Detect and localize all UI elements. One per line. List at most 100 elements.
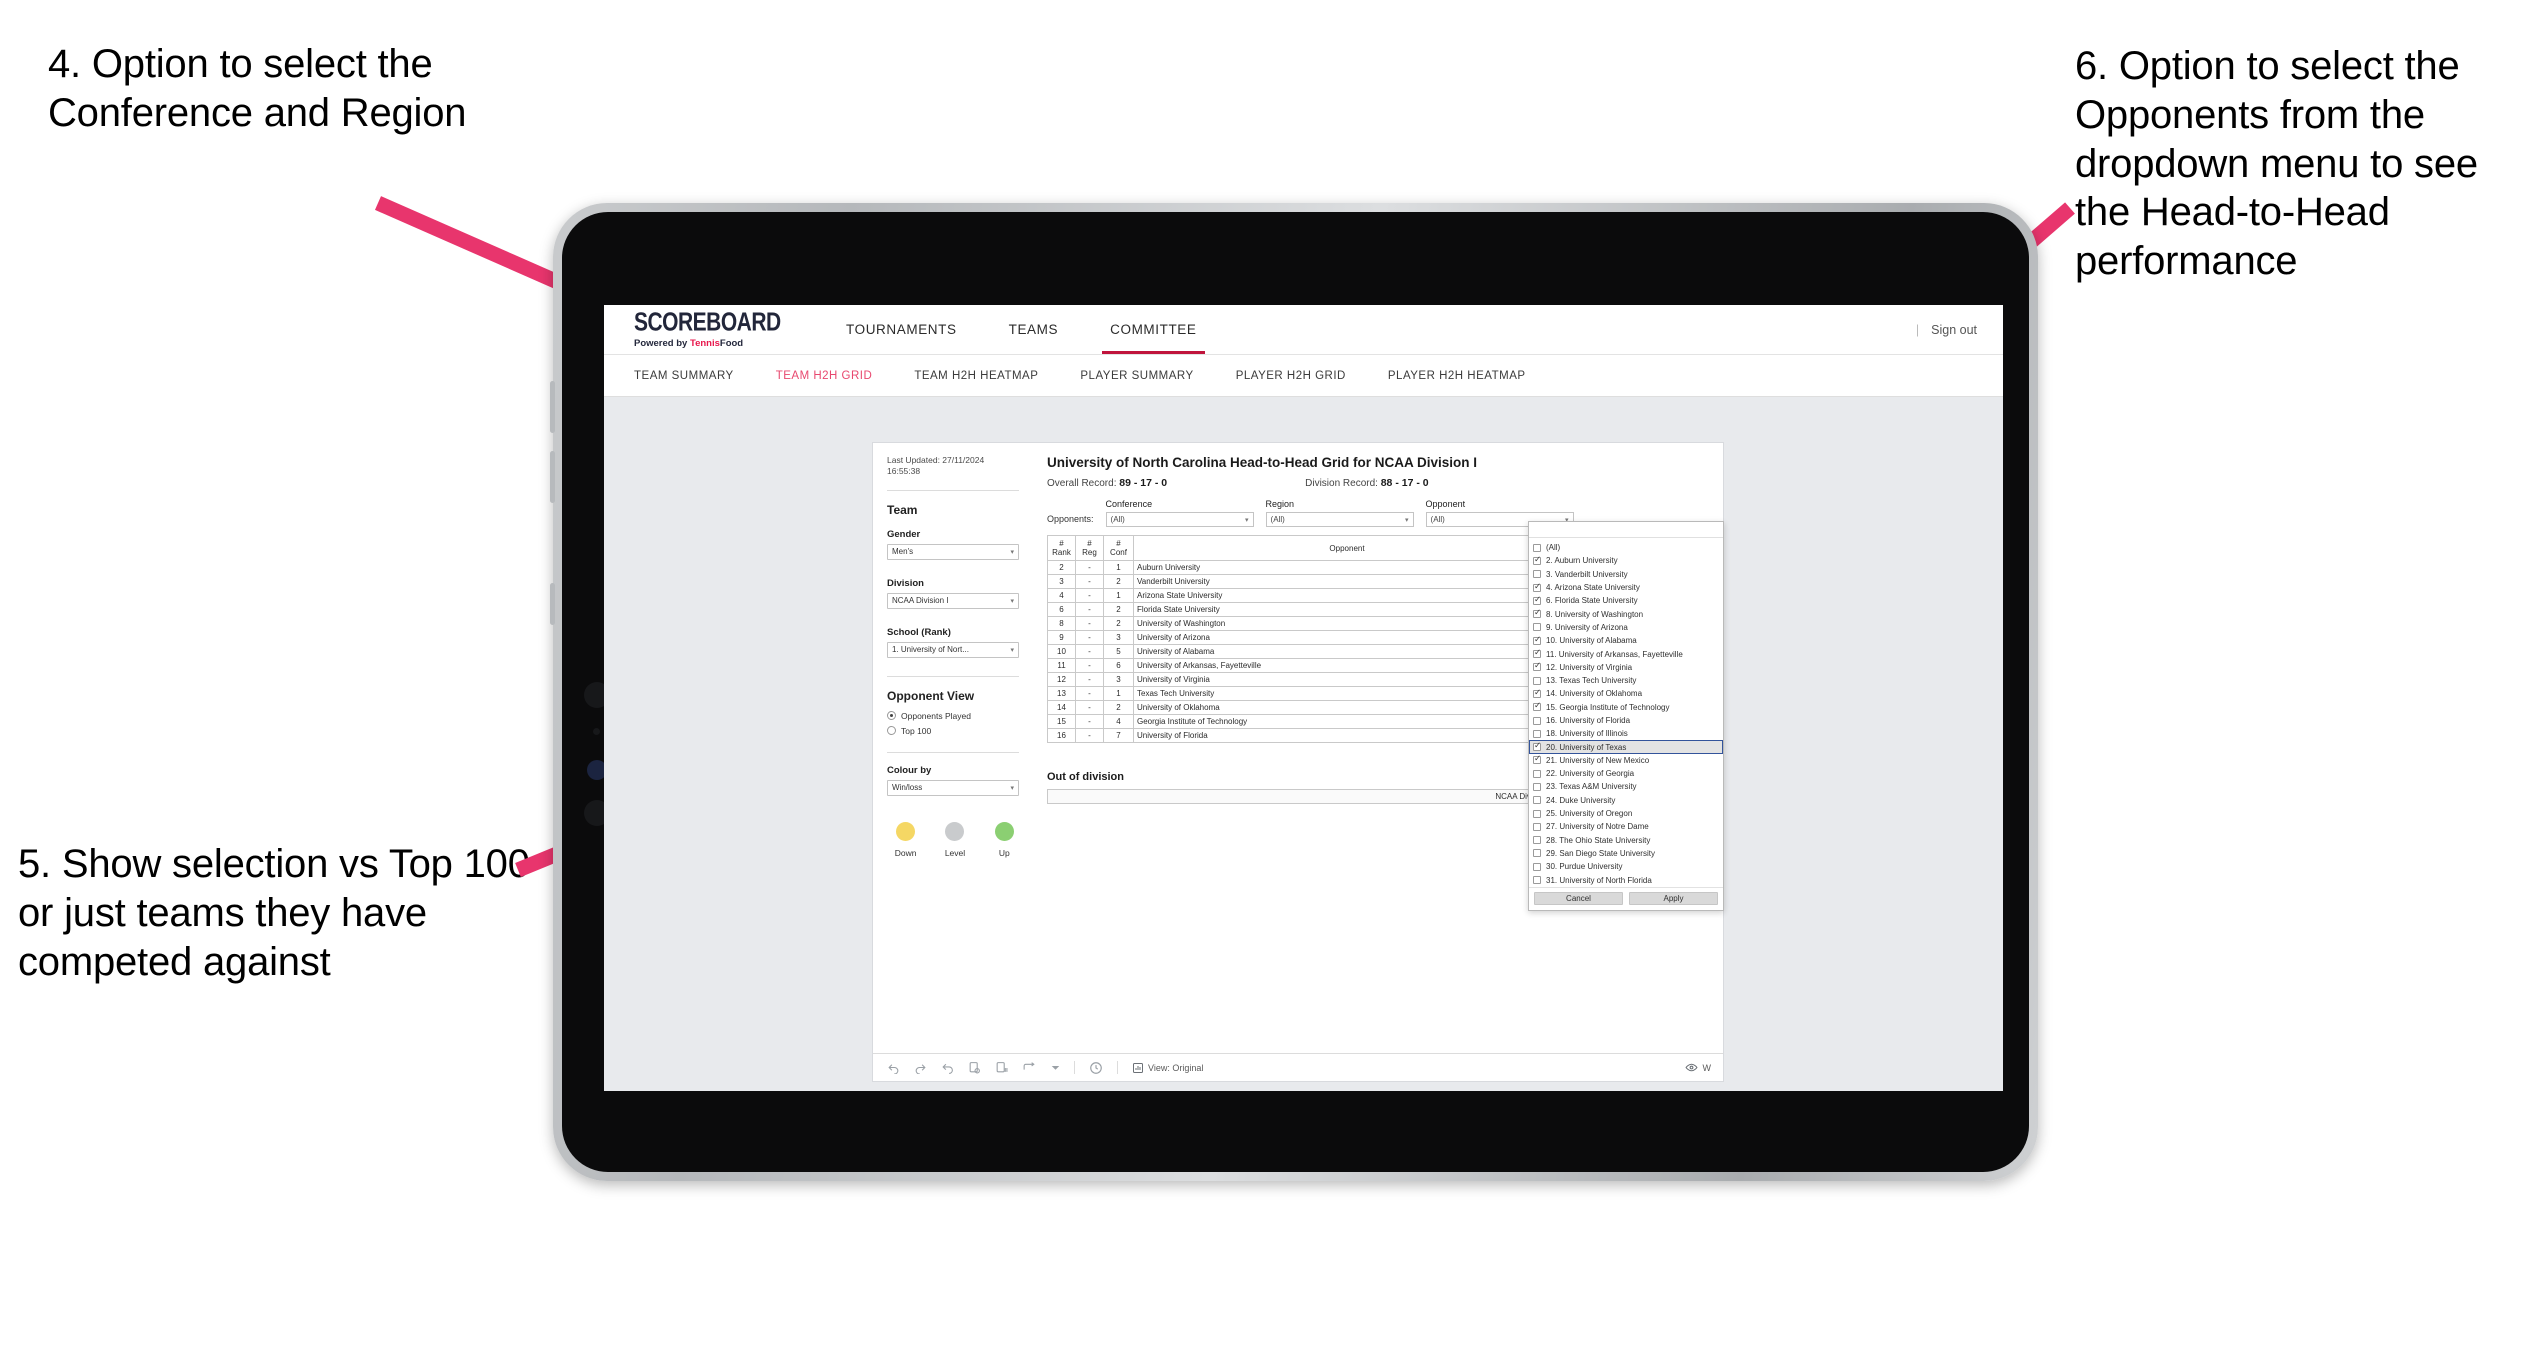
undo-icon[interactable] bbox=[887, 1061, 900, 1074]
conference-filter[interactable]: Conference (All) ▾ bbox=[1105, 499, 1254, 527]
sign-out-link[interactable]: Sign out bbox=[1931, 323, 1977, 337]
dropdown-option[interactable]: 10. University of Alabama bbox=[1529, 634, 1723, 647]
dropdown-option[interactable]: 28. The Ohio State University bbox=[1529, 834, 1723, 847]
dropdown-option[interactable]: 30. Purdue University bbox=[1529, 860, 1723, 873]
dropdown-option[interactable]: 20. University of Texas bbox=[1529, 740, 1723, 754]
checkbox-icon[interactable] bbox=[1533, 635, 1541, 645]
history-icon[interactable] bbox=[1089, 1061, 1103, 1075]
col-opponent[interactable]: Opponent bbox=[1133, 534, 1561, 562]
region-filter-box[interactable]: (All) ▾ bbox=[1265, 512, 1414, 527]
checkbox-icon[interactable] bbox=[1533, 570, 1541, 579]
checkbox-icon[interactable] bbox=[1533, 782, 1541, 791]
checkbox-icon[interactable] bbox=[1533, 543, 1541, 552]
checkbox-icon[interactable] bbox=[1533, 648, 1541, 659]
volume-down-button[interactable] bbox=[550, 451, 555, 503]
tab-player-h2h-grid[interactable]: PLAYER H2H GRID bbox=[1236, 370, 1346, 382]
checkbox-icon[interactable] bbox=[1533, 754, 1541, 765]
dropdown-option[interactable]: 3. Vanderbilt University bbox=[1529, 568, 1723, 581]
dropdown-option[interactable]: 21. University of New Mexico bbox=[1529, 754, 1723, 767]
revert-icon[interactable] bbox=[941, 1061, 954, 1074]
conference-filter-box[interactable]: (All) ▾ bbox=[1105, 512, 1254, 527]
redo-icon[interactable] bbox=[914, 1061, 927, 1074]
tab-team-h2h-grid[interactable]: TEAM H2H GRID bbox=[776, 370, 873, 382]
dropdown-option[interactable]: 8. University of Washington bbox=[1529, 607, 1723, 620]
tab-player-h2h-heatmap[interactable]: PLAYER H2H HEATMAP bbox=[1388, 370, 1526, 382]
tab-player-summary[interactable]: PLAYER SUMMARY bbox=[1080, 370, 1193, 382]
school-label: School (Rank) bbox=[887, 626, 951, 638]
checkbox-icon[interactable] bbox=[1533, 688, 1541, 698]
checkbox-icon[interactable] bbox=[1533, 769, 1541, 778]
dropdown-option[interactable]: 4. Arizona State University bbox=[1529, 581, 1723, 594]
checkbox-icon[interactable] bbox=[1533, 741, 1541, 752]
dropdown-option[interactable]: 11. University of Arkansas, Fayetteville bbox=[1529, 647, 1723, 660]
col-rank-hash: # bbox=[1059, 539, 1064, 548]
dropdown-option-label: 9. University of Arizona bbox=[1546, 622, 1628, 632]
dropdown-option[interactable]: 15. Georgia Institute of Technology bbox=[1529, 701, 1723, 714]
dropdown-option[interactable]: 6. Florida State University bbox=[1529, 594, 1723, 607]
dropdown-option[interactable]: 2. Auburn University bbox=[1529, 554, 1723, 567]
dropdown-option[interactable]: 25. University of Oregon bbox=[1529, 807, 1723, 820]
col-rank[interactable]: # Rank bbox=[1047, 534, 1076, 562]
dropdown-option[interactable]: 24. Duke University bbox=[1529, 794, 1723, 807]
checkbox-icon[interactable] bbox=[1533, 796, 1541, 805]
share-icon[interactable] bbox=[1022, 1061, 1037, 1074]
opponent-dropdown-panel[interactable]: (All) 2. Auburn University 3. Vanderbilt U… bbox=[1528, 521, 1724, 911]
checkbox-icon[interactable] bbox=[1533, 822, 1541, 831]
checkbox-icon[interactable] bbox=[1533, 595, 1541, 605]
division-select[interactable]: NCAA Division I ▾ bbox=[887, 592, 1019, 609]
scoreboard-logo[interactable]: SCOREBOARD Powered by TennisFood bbox=[634, 310, 786, 349]
checkbox-icon[interactable] bbox=[1533, 676, 1541, 685]
dropdown-option[interactable]: 31. University of North Florida bbox=[1529, 873, 1723, 886]
dropdown-option[interactable]: 22. University of Georgia bbox=[1529, 767, 1723, 780]
dropdown-option[interactable]: 27. University of Notre Dame bbox=[1529, 820, 1723, 833]
gender-select[interactable]: Men's ▾ bbox=[887, 543, 1019, 560]
checkbox-icon[interactable] bbox=[1533, 876, 1541, 885]
checkbox-icon[interactable] bbox=[1533, 661, 1541, 672]
viz-canvas: Last Updated: 27/11/2024 16:55:38 Team G… bbox=[604, 397, 2003, 1091]
checkbox-icon[interactable] bbox=[1533, 809, 1541, 818]
dropdown-option[interactable]: (All) bbox=[1529, 541, 1723, 554]
opponent-dropdown-list[interactable]: (All) 2. Auburn University 3. Vanderbilt U… bbox=[1529, 538, 1723, 887]
radio-opponents-played[interactable]: Opponents Played bbox=[887, 711, 1019, 721]
tab-team-h2h-heatmap[interactable]: TEAM H2H HEATMAP bbox=[914, 370, 1038, 382]
refresh-icon[interactable] bbox=[968, 1061, 981, 1074]
checkbox-icon[interactable] bbox=[1533, 836, 1541, 845]
checkbox-icon[interactable] bbox=[1533, 555, 1541, 565]
nav-item-committee[interactable]: COMMITTEE bbox=[1084, 305, 1222, 354]
checkbox-icon[interactable] bbox=[1533, 716, 1541, 725]
chevron-down-icon[interactable] bbox=[1051, 1063, 1060, 1072]
nav-item-tournaments[interactable]: TOURNAMENTS bbox=[820, 305, 983, 354]
cancel-button[interactable]: Cancel bbox=[1534, 891, 1623, 905]
col-reg[interactable]: # Reg bbox=[1075, 534, 1104, 562]
checkbox-icon[interactable] bbox=[1533, 623, 1541, 632]
apply-button[interactable]: Apply bbox=[1629, 891, 1718, 905]
dropdown-option[interactable]: 23. Texas A&M University bbox=[1529, 780, 1723, 793]
dropdown-option[interactable]: 29. San Diego State University bbox=[1529, 847, 1723, 860]
checkbox-icon[interactable] bbox=[1533, 608, 1541, 619]
dropdown-option[interactable]: 12. University of Virginia bbox=[1529, 661, 1723, 674]
radio-top-100[interactable]: Top 100 bbox=[887, 726, 1019, 736]
dropdown-option[interactable]: 13. Texas Tech University bbox=[1529, 674, 1723, 687]
tab-team-summary[interactable]: TEAM SUMMARY bbox=[634, 370, 734, 382]
checkbox-icon[interactable] bbox=[1533, 729, 1541, 738]
opponent-dropdown-search[interactable] bbox=[1529, 522, 1723, 538]
view-original-button[interactable]: View: Original bbox=[1132, 1062, 1203, 1074]
dropdown-option[interactable]: 9. University of Arizona bbox=[1529, 621, 1723, 634]
col-conf[interactable]: # Conf bbox=[1103, 534, 1134, 562]
checkbox-icon[interactable] bbox=[1533, 862, 1541, 871]
nav-item-teams[interactable]: TEAMS bbox=[983, 305, 1085, 354]
dropdown-option[interactable]: 14. University of Oklahoma bbox=[1529, 687, 1723, 700]
volume-up-button[interactable] bbox=[550, 381, 555, 433]
dropdown-option[interactable]: 18. University of Illinois bbox=[1529, 727, 1723, 740]
checkbox-icon[interactable] bbox=[1533, 582, 1541, 592]
checkbox-icon[interactable] bbox=[1533, 701, 1541, 712]
school-select[interactable]: 1. University of Nort... ▾ bbox=[887, 641, 1019, 658]
region-filter[interactable]: Region (All) ▾ bbox=[1265, 499, 1414, 527]
dropdown-option[interactable]: 16. University of Florida bbox=[1529, 714, 1723, 727]
pause-icon[interactable] bbox=[995, 1061, 1008, 1074]
colour-by-select[interactable]: Win/loss ▾ bbox=[887, 779, 1019, 796]
power-button[interactable] bbox=[550, 583, 555, 625]
eye-icon[interactable] bbox=[1684, 1061, 1698, 1074]
checkbox-icon[interactable] bbox=[1533, 849, 1541, 858]
watch-label[interactable]: W bbox=[1703, 1063, 1712, 1073]
